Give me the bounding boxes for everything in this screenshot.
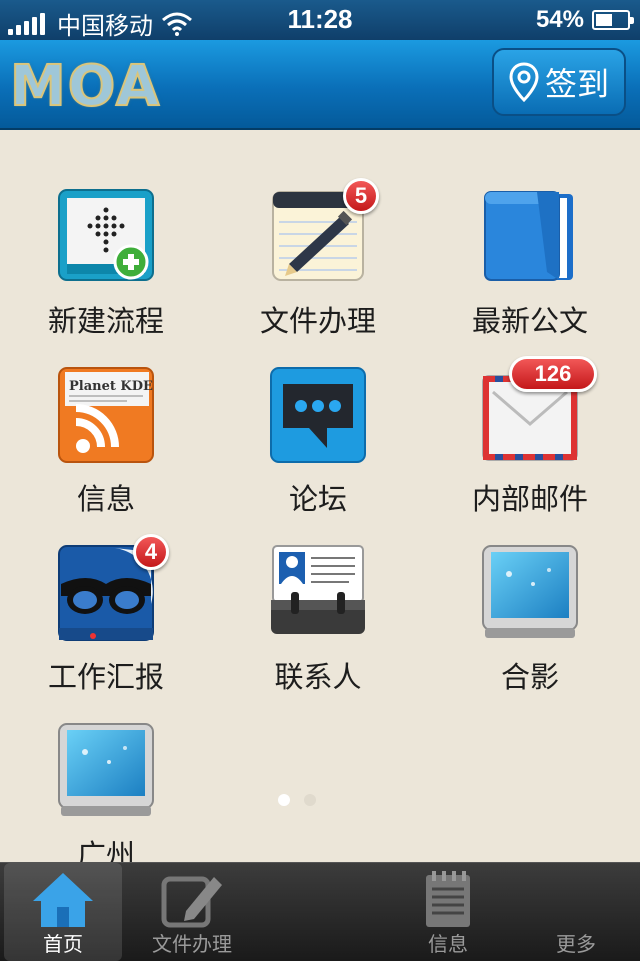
grid-item-forum[interactable]: 论坛 [212, 366, 424, 518]
grid-label: 联系人 [274, 660, 362, 694]
badge-count: 4 [133, 534, 169, 570]
grid-item-work-report[interactable]: 4 工作汇报 [0, 534, 212, 696]
photo-icon [57, 722, 155, 820]
forum-icon [269, 366, 367, 464]
tab-info[interactable]: 信息 [388, 863, 508, 961]
grid-item-mail[interactable]: 126 内部邮件 [424, 356, 636, 518]
grid-item-contacts[interactable]: 联系人 [212, 544, 424, 696]
svg-text:Planet KDE: Planet KDE [69, 379, 153, 394]
grid-item-guangzhou[interactable]: 广州 [0, 722, 212, 874]
grid-item-document-handling[interactable]: 5 文件办理 [212, 178, 424, 340]
tab-label: 文件办理 [152, 932, 232, 956]
grid-label: 论坛 [288, 482, 347, 516]
notepad-icon [426, 871, 470, 927]
battery-icon [592, 10, 634, 30]
checkin-label: 签到 [544, 65, 609, 103]
new-process-icon [57, 188, 155, 286]
rss-icon: Planet KDE [57, 366, 155, 464]
tab-more[interactable]: 更多 [516, 863, 636, 961]
grid-label: 文件办理 [259, 304, 376, 338]
work-report-icon: 4 [57, 534, 169, 642]
checkin-button[interactable]: 签到 [492, 48, 626, 116]
grid-label: 信息 [76, 482, 135, 516]
photo-icon [481, 544, 579, 642]
grid-label: 合影 [500, 660, 559, 694]
tab-label: 更多 [556, 932, 596, 956]
grid-label: 新建流程 [47, 304, 164, 338]
grid-item-photo[interactable]: 合影 [424, 544, 636, 696]
location-pin-icon [509, 62, 539, 102]
app-header: MOA 签到 [0, 40, 640, 130]
grid-label: 工作汇报 [47, 660, 164, 694]
grid-item-new-process[interactable]: 新建流程 [0, 188, 212, 340]
tab-bar: 首页 文件办理 信息 更多 [0, 862, 640, 961]
page-indicator[interactable] [278, 794, 316, 806]
grid-item-latest-documents[interactable]: 最新公文 [424, 188, 636, 340]
grid-label: 内部邮件 [471, 482, 588, 516]
document-handling-icon: 5 [269, 178, 379, 286]
badge-count: 126 [509, 356, 597, 392]
contacts-icon [269, 544, 367, 642]
tab-label: 首页 [43, 932, 83, 956]
page-dot [278, 794, 290, 806]
latest-documents-icon [481, 188, 579, 286]
edit-icon [161, 876, 222, 928]
battery-percent: 54% [535, 6, 584, 33]
app-logo: MOA [9, 53, 162, 120]
tab-home[interactable]: 首页 [4, 863, 122, 961]
grid-item-info[interactable]: Planet KDE 信息 [0, 366, 212, 518]
badge-count: 5 [343, 178, 379, 214]
tab-label: 信息 [428, 932, 468, 956]
tab-document-handling[interactable]: 文件办理 [130, 863, 254, 961]
home-icon [33, 873, 93, 927]
page-dot [304, 794, 316, 806]
mail-icon: 126 [481, 356, 597, 464]
grid-label: 最新公文 [471, 304, 588, 338]
status-bar: 中国移动 11:28 54% [0, 0, 640, 40]
